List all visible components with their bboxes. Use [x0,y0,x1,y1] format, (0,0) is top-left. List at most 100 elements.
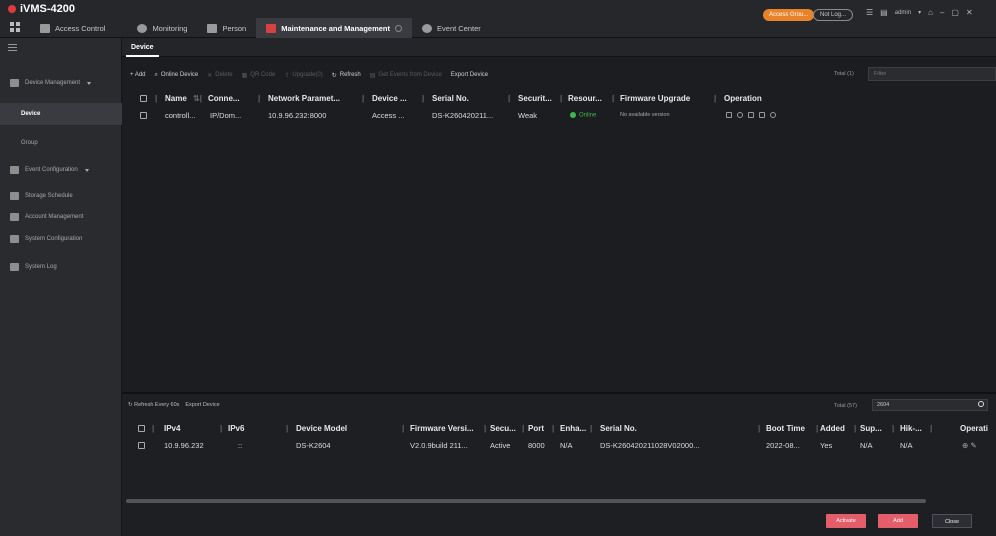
search-icon[interactable] [978,401,984,407]
upgrade-icon: ⇧ [284,72,290,79]
column-header-serial-no[interactable]: Serial No. [432,94,512,103]
login-status-pill[interactable]: Not Log... [813,9,854,21]
column-header-firmware-version[interactable]: Firmware Versi... [410,424,484,433]
export-device-button[interactable]: Export Device [451,72,488,78]
add-button[interactable]: + Add [130,72,146,78]
column-header-security[interactable]: Securit... [518,94,562,103]
tab-person[interactable]: Person [197,18,256,38]
online-total-count: Total (57) [834,403,857,409]
added-cell: Yes [820,440,833,450]
settings-icon[interactable] [737,111,743,118]
lock-icon[interactable]: ⌂ [928,8,933,17]
user-menu[interactable]: admin [895,10,911,16]
main-content: Device + Add ⌕ Online Device ✕ Delete ▦ … [122,38,996,536]
column-header-security[interactable]: Secu... [490,424,522,433]
access-control-icon [40,23,50,33]
select-all-checkbox[interactable] [140,94,147,102]
row-checkbox[interactable] [140,111,147,119]
tab-device[interactable]: Device [126,41,159,57]
column-header-device-model[interactable]: Device Model [296,424,386,433]
column-header-support[interactable]: Sup... [860,424,890,433]
refresh-button[interactable]: ↻ Refresh [332,72,361,79]
row-checkbox[interactable] [138,441,145,449]
edit-icon[interactable]: ✎ [970,441,976,450]
tab-maintenance-and-management[interactable]: Maintenance and Management [256,18,413,38]
chevron-down-icon[interactable]: ▾ [918,9,921,16]
column-header-boot-time[interactable]: Boot Time [766,424,814,433]
table-row[interactable]: controll... IP/Dom... 10.9.96.232:8000 A… [122,108,996,122]
get-events-button[interactable]: ▤ Get Events from Device [370,72,442,79]
column-header-connection[interactable]: Conne... [208,94,258,103]
operation-cell [726,111,806,120]
export-online-device-button[interactable]: Export Device [185,402,219,408]
tab-access-control[interactable]: Access Control [30,18,115,38]
delete-button[interactable]: ✕ Delete [207,72,232,79]
column-header-firmware-upgrade[interactable]: Firmware Upgrade [620,94,714,103]
close-button[interactable]: Close [932,514,972,528]
network-cell: 10.9.96.232:8000 [268,110,327,120]
column-header-name[interactable]: Name [165,94,187,103]
refresh-every-button[interactable]: ↻ Refresh Every 60s [128,402,179,408]
add-device-button[interactable]: Add [878,514,918,528]
maintenance-icon [266,23,277,33]
online-filter-input[interactable]: 2604 [872,399,988,411]
upgrade-button[interactable]: ⇧ Upgrade(0) [284,72,322,79]
column-header-device-type[interactable]: Device ... [372,94,422,103]
sidebar-item-group[interactable]: Group [0,132,122,154]
event-configuration-icon [10,166,19,174]
apps-grid-icon[interactable] [10,22,20,32]
sidebar-item-system-log[interactable]: System Log [0,256,122,278]
select-all-checkbox[interactable] [138,424,145,432]
sidebar-item-storage-schedule[interactable]: Storage Schedule [0,185,122,207]
storage-schedule-icon [10,192,19,200]
firmware-version-cell: V2.0.9build 211... [410,440,468,450]
filter-input[interactable]: Filter [868,67,996,81]
edit-icon[interactable] [726,111,732,118]
column-header-ipv6[interactable]: IPv6 [228,424,278,433]
window-controls: ☰ ▤ admin ▾ ⌂ – ▢ ✕ [866,8,973,17]
column-header-operation: Operati [960,423,989,433]
table-row[interactable]: 10.9.96.232 :: DS-K2604 V2.0.9build 211.… [122,438,996,452]
monitoring-icon [137,23,148,33]
column-header-enhanced[interactable]: Enha... [560,424,590,433]
sidebar-item-account-management[interactable]: Account Management [0,206,122,228]
menu-icon[interactable]: ☰ [866,8,873,17]
support-cell: N/A [860,440,873,450]
online-device-panel: ↻ Refresh Every 60s Export Device Total … [122,394,996,536]
maximize-icon[interactable]: ▢ [951,8,959,17]
device-total-count: Total (1) [834,71,854,77]
column-separator: | [362,93,365,103]
close-tab-icon[interactable] [395,24,403,32]
online-device-button[interactable]: ⌕ Online Device [155,72,199,79]
column-header-resource[interactable]: Resour... [568,94,612,103]
column-header-hik-connect[interactable]: Hik-... [900,424,930,433]
sidebar-item-system-configuration[interactable]: System Configuration [0,228,122,250]
column-header-serial-no[interactable]: Serial No. [600,424,730,433]
horizontal-scrollbar[interactable] [126,499,926,503]
qr-code-button[interactable]: ▦ QR Code [242,72,276,79]
column-header-added[interactable]: Added [820,424,854,433]
minimize-icon[interactable]: – [940,8,944,17]
column-header-port[interactable]: Port [528,424,552,433]
remote-config-icon[interactable] [748,111,754,118]
tab-event-center[interactable]: Event Center [412,18,491,38]
sidebar-item-device[interactable]: Device [0,103,122,125]
person-icon [207,23,218,33]
activate-button[interactable]: Activate [826,514,866,528]
column-header-ipv4[interactable]: IPv4 [164,424,214,433]
chevron-down-icon [87,81,92,85]
device-table-header: | Name ⇅| Conne... | Network Paramet... … [122,90,996,106]
tab-monitoring[interactable]: Monitoring [127,18,197,38]
column-header-network-parameters[interactable]: Network Paramet... [268,94,360,103]
user-icon[interactable] [759,111,765,118]
refresh-icon[interactable] [770,111,776,118]
chevron-down-icon [84,168,89,172]
layout-icon[interactable]: ▤ [880,8,888,17]
close-icon[interactable]: ✕ [966,8,973,17]
access-group-status-pill[interactable]: Access Grou... [763,9,815,21]
collapse-menu-icon[interactable] [8,44,17,51]
sidebar-item-device-management[interactable]: Device Management [0,72,122,94]
network-icon[interactable]: ⊕ [962,441,968,450]
sort-icon[interactable]: ⇅| [193,94,202,103]
sidebar-item-event-configuration[interactable]: Event Configuration [0,159,122,181]
